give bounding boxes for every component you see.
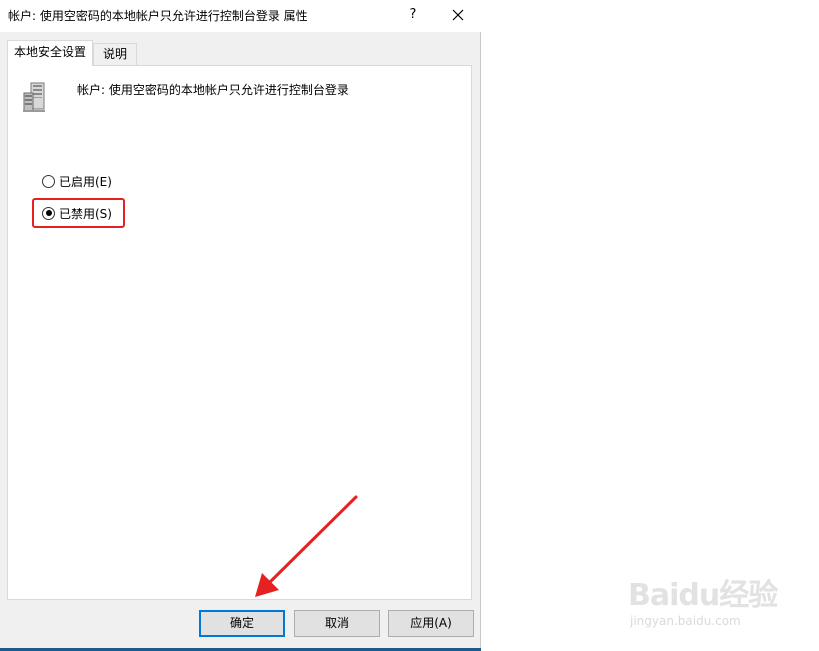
watermark-logo: Baidu经验 (628, 578, 778, 613)
close-button[interactable] (440, 0, 476, 30)
watermark-url: jingyan.baidu.com (630, 614, 741, 628)
properties-dialog: 帐户: 使用空密码的本地帐户只允许进行控制台登录 属性 ? 本地安全设置 说明 (0, 0, 481, 651)
annotation-highlight-box (32, 198, 125, 228)
close-icon (452, 9, 464, 21)
radio-enabled[interactable]: 已启用(E) (42, 172, 112, 190)
title-bar: 帐户: 使用空密码的本地帐户只允许进行控制台登录 属性 ? (0, 0, 481, 32)
screenshot-stage: 帐户: 使用空密码的本地帐户只允许进行控制台登录 属性 ? 本地安全设置 说明 (0, 0, 819, 651)
apply-button[interactable]: 应用(A) (388, 610, 474, 637)
ok-button[interactable]: 确定 (199, 610, 285, 637)
server-icon (23, 82, 45, 112)
tab-local-security-setting[interactable]: 本地安全设置 (7, 40, 93, 66)
policy-name: 帐户: 使用空密码的本地帐户只允许进行控制台登录 (77, 83, 349, 97)
radio-enabled-circle[interactable] (42, 174, 55, 188)
baidu-watermark: Baidu经验 jingyan.baidu.com (628, 570, 788, 636)
tab-explain[interactable]: 说明 (93, 43, 137, 65)
tab-panel (7, 65, 472, 600)
help-button[interactable]: ? (400, 0, 426, 30)
radio-enabled-label[interactable]: 已启用(E) (59, 173, 112, 190)
cancel-button[interactable]: 取消 (294, 610, 380, 637)
window-title: 帐户: 使用空密码的本地帐户只允许进行控制台登录 属性 (8, 9, 308, 23)
